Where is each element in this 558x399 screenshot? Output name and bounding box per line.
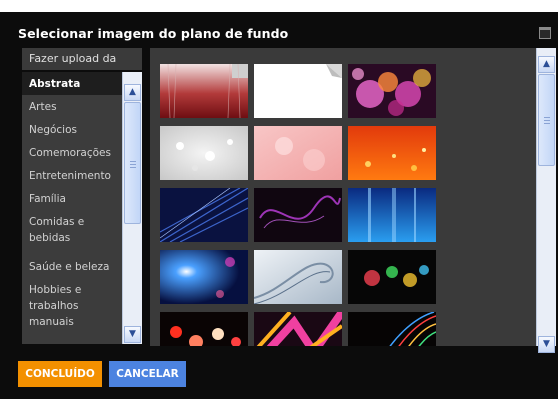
maximize-icon[interactable] <box>539 27 551 39</box>
thumbnail-blue-light-streaks[interactable] <box>160 188 248 242</box>
scroll-up-icon[interactable]: ▲ <box>124 84 141 101</box>
category-item-familia[interactable]: Família <box>22 187 122 210</box>
scroll-down-icon[interactable]: ▼ <box>538 336 555 353</box>
category-list: Abstrata Artes Negócios Comemorações Ent… <box>22 72 122 344</box>
thumbnail-blue-vertical-rays[interactable] <box>348 188 436 242</box>
scroll-down-icon[interactable]: ▼ <box>124 326 141 343</box>
category-item-artes[interactable]: Artes <box>22 95 122 118</box>
thumbnail-scroll-thumb[interactable] <box>538 74 555 166</box>
thumbnail-silver-swirl[interactable] <box>254 250 342 304</box>
thumbnail-orange-red-sparks[interactable] <box>348 126 436 180</box>
done-button[interactable]: CONCLUÍDO <box>18 361 102 387</box>
thumbnail-neon-light-trails[interactable] <box>348 312 436 346</box>
thumbnail-silver-sparkle[interactable] <box>160 126 248 180</box>
category-list-panel: Abstrata Artes Negócios Comemorações Ent… <box>22 72 142 344</box>
thumbnail-pink-bokeh[interactable] <box>348 64 436 118</box>
category-item-abstrata[interactable]: Abstrata <box>22 72 122 95</box>
category-item-saude-e-beleza[interactable]: Saúde e beleza <box>22 255 122 278</box>
thumbnail-peach-bokeh[interactable] <box>254 126 342 180</box>
thumbnail-purple-smoke[interactable] <box>254 188 342 242</box>
dialog-title: Selecionar imagem do plano de fundo <box>18 26 289 41</box>
category-scroll-thumb[interactable] <box>124 102 141 224</box>
category-item-comidas-e-bebidas[interactable]: Comidas e bebidas <box>22 210 122 255</box>
category-item-entretenimento[interactable]: Entretenimento <box>22 164 122 187</box>
thumbnail-blue-starburst[interactable] <box>160 250 248 304</box>
thumbnail-red-bokeh-lights[interactable] <box>160 312 248 346</box>
thumbnail-colorful-bokeh-dark[interactable] <box>348 250 436 304</box>
thumbnail-pink-ribbon-stripes[interactable] <box>254 312 342 346</box>
thumbnail-white-page-curl[interactable] <box>254 64 342 118</box>
category-item-comemoracoes[interactable]: Comemorações <box>22 141 122 164</box>
thumbnail-grid <box>150 48 536 346</box>
upload-button[interactable]: Fazer upload da <box>22 48 142 70</box>
thumbnail-dark-red-gradient[interactable] <box>160 64 248 118</box>
thumbnail-scrollbar[interactable]: ▲ ▼ <box>536 48 556 353</box>
category-item-hobbies[interactable]: Hobbies e trabalhos manuais <box>22 278 122 344</box>
scroll-up-icon[interactable]: ▲ <box>538 56 555 73</box>
category-scrollbar[interactable]: ▲ ▼ <box>122 72 142 344</box>
category-item-negocios[interactable]: Negócios <box>22 118 122 141</box>
cancel-button[interactable]: CANCELAR <box>109 361 186 387</box>
